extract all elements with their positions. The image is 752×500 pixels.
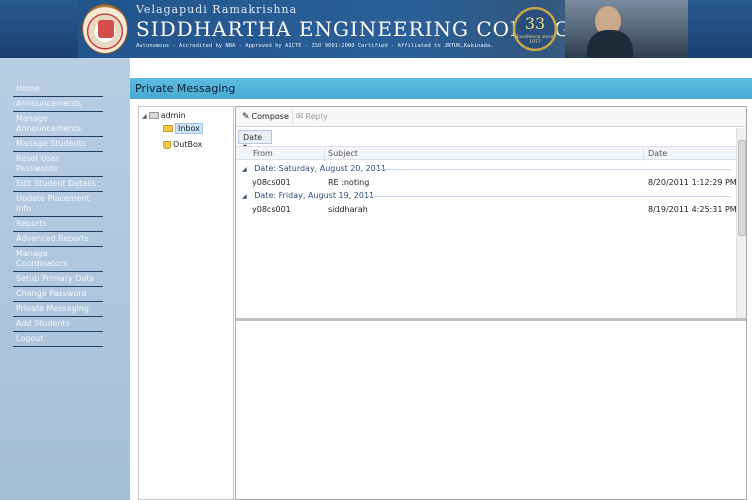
logo-emblem (98, 20, 114, 38)
message-from[interactable]: y08cs001 (252, 205, 291, 214)
tree-root-row[interactable]: ◢ admin (142, 111, 186, 120)
sidebar-nav: Home Announcements Manage Announcements … (13, 82, 103, 347)
sidebar: Home Announcements Manage Announcements … (0, 58, 130, 500)
anniversary-text: Excellence since 1977 (516, 35, 554, 45)
page-title: Private Messaging (130, 78, 752, 99)
compose-icon: ✎ (242, 112, 250, 122)
sidebar-item-home[interactable]: Home (13, 82, 103, 97)
reply-icon: ✉ (296, 112, 304, 122)
messages-panel: ✎Compose ✉Reply Date ▾ From Subject Date… (235, 106, 747, 500)
anniversary-badge: 33 Excellence since 1977 (510, 4, 560, 54)
header-photo (565, 0, 688, 58)
message-subject[interactable]: RE :noting (328, 178, 369, 187)
message-date[interactable]: 8/20/2011 1:12:29 PM (648, 178, 737, 187)
sidebar-item-logout[interactable]: Logout (13, 332, 103, 347)
column-header-date[interactable]: Date (648, 149, 667, 158)
anniversary-number: 33 (524, 14, 546, 33)
grid-scrollbar[interactable] (736, 128, 746, 318)
message-subject[interactable]: siddharah (328, 205, 368, 214)
sidebar-item-manage-students[interactable]: Manage Students (13, 137, 103, 152)
group-header-row[interactable]: ◢ Date: Saturday, August 20, 2011 (242, 164, 386, 173)
folder-icon (148, 112, 159, 119)
grid-scrollbar-thumb[interactable] (738, 140, 746, 236)
header-tagline: Autonomous - Accredited by NBA - Approve… (136, 43, 494, 49)
sidebar-item-private-messaging[interactable]: Private Messaging (13, 302, 103, 317)
compose-label: Compose (251, 112, 289, 121)
expand-triangle-icon[interactable]: ◢ (142, 113, 147, 120)
inbox-folder-icon (163, 125, 173, 132)
message-date[interactable]: 8/19/2011 4:25:31 PM (648, 205, 737, 214)
messages-grid: Date ▾ From Subject Date ◢ Date: Saturda… (236, 128, 746, 318)
column-header-subject[interactable]: Subject (328, 149, 358, 158)
header-subtitle: Velagapudi Ramakrishna (136, 3, 298, 16)
main-content: Private Messaging ◢ admin Inbox OutBox ✎ C… (130, 78, 752, 500)
tree-root-label: admin (160, 111, 186, 120)
tree-item-outbox-label: OutBox (173, 140, 203, 149)
column-separator (643, 147, 644, 161)
sidebar-item-setup-primary-data[interactable]: Setup Primary Data (13, 272, 103, 287)
sidebar-item-edit-student-details[interactable]: Edit Student Details (13, 177, 103, 192)
preview-splitter[interactable] (236, 318, 746, 321)
sidebar-item-manage-coordinators[interactable]: Manage Coordinators (13, 247, 103, 272)
sidebar-item-advanced-reports[interactable]: Advanced Reports (13, 232, 103, 247)
sidebar-item-reset-user-passwords[interactable]: Reset User Passwords (13, 152, 103, 177)
tree-item-inbox[interactable]: Inbox (163, 123, 203, 134)
sidebar-item-add-students[interactable]: Add Students (13, 317, 103, 332)
messages-toolbar: ✎ Compose ✉ Reply (236, 107, 746, 127)
sidebar-item-change-password[interactable]: Change Password (13, 287, 103, 302)
group-divider (376, 169, 731, 170)
reply-label: Reply (305, 112, 328, 121)
sidebar-item-announcements[interactable]: Announcements (13, 97, 103, 112)
group-by-label: Date (243, 133, 263, 142)
tree-item-outbox[interactable]: OutBox (163, 140, 202, 149)
column-header-row: From Subject Date (236, 146, 736, 161)
collapse-triangle-icon[interactable]: ◢ (242, 166, 247, 173)
collapse-triangle-icon[interactable]: ◢ (242, 193, 247, 200)
group-header-label: Date: Saturday, August 20, 2011 (254, 164, 386, 173)
group-header-row[interactable]: ◢ Date: Friday, August 19, 2011 (242, 191, 374, 200)
group-by-button[interactable]: Date ▾ (238, 130, 272, 151)
header-banner: Velagapudi Ramakrishna SIDDHARTHA ENGINE… (0, 0, 752, 58)
compose-button[interactable]: ✎ Compose (239, 110, 293, 124)
group-header-label: Date: Friday, August 19, 2011 (254, 191, 375, 200)
sidebar-item-reports[interactable]: Reports (13, 217, 103, 232)
tree-item-inbox-label: Inbox (175, 123, 203, 134)
folder-tree: ◢ admin Inbox OutBox (138, 106, 234, 500)
column-separator (324, 147, 325, 161)
message-from[interactable]: y08cs001 (252, 178, 291, 187)
outbox-folder-icon (163, 140, 171, 149)
sidebar-item-update-placement-info[interactable]: Update Placement Info (13, 192, 103, 217)
reply-button[interactable]: ✉ Reply (293, 110, 331, 124)
college-logo (82, 4, 128, 54)
sidebar-item-manage-announcements[interactable]: Manage Announcements (13, 112, 103, 137)
column-header-from[interactable]: From (253, 149, 273, 158)
group-divider (368, 196, 731, 197)
